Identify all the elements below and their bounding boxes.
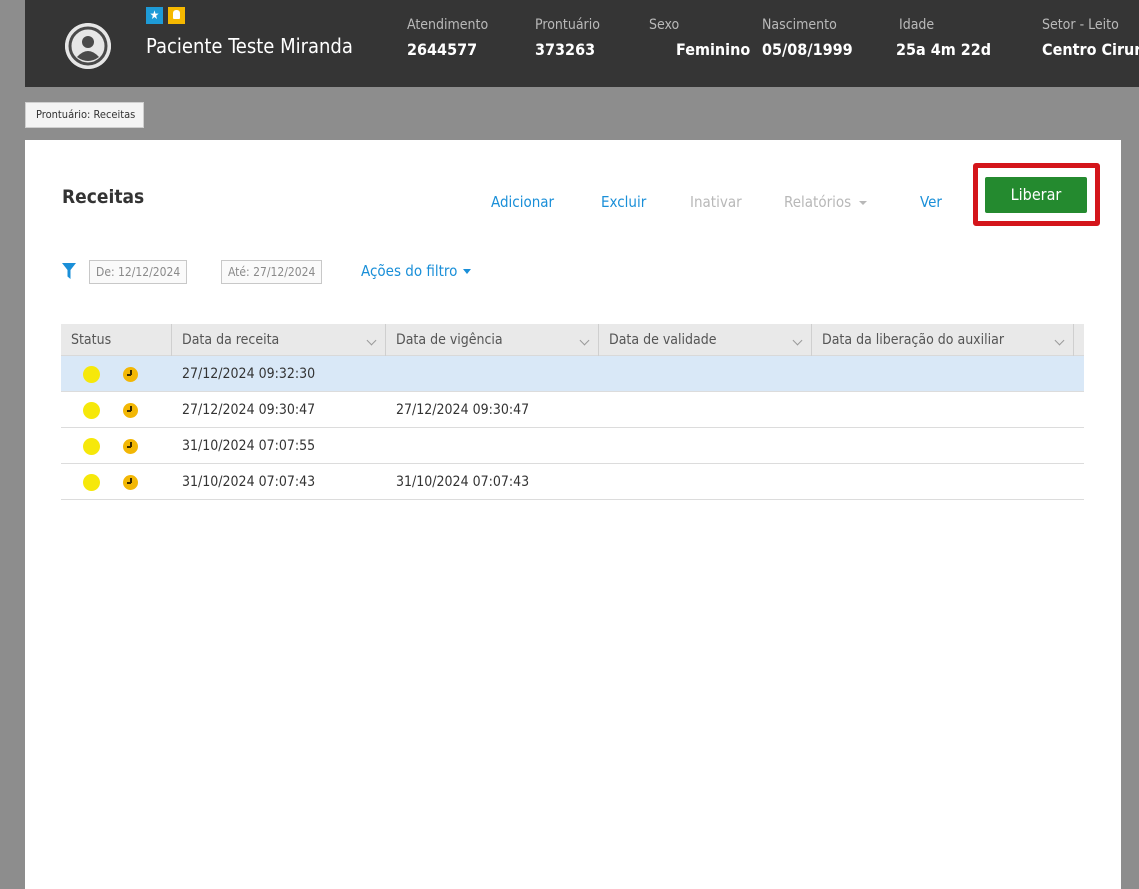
field-label: Prontuário — [535, 17, 600, 33]
field-label: Sexo — [649, 17, 680, 33]
cell-data-receita: 27/12/2024 09:32:30 — [182, 366, 316, 382]
cell-data-receita: 27/12/2024 09:30:47 — [182, 402, 316, 418]
cell-data-vigencia: 31/10/2024 07:07:43 — [396, 474, 530, 490]
field-value: 25a 4m 22d — [896, 40, 992, 59]
table-header: Status Data da receita Data de vigência … — [61, 324, 1084, 356]
clock-icon — [123, 403, 138, 418]
field-label: Atendimento — [407, 17, 489, 33]
breadcrumb[interactable]: Prontuário: Receitas — [25, 102, 145, 128]
column-label: Data da receita — [182, 332, 280, 348]
filter-actions-label: Ações do filtro — [361, 262, 458, 280]
main-panel: Receitas Adicionar Excluir Inativar Rela… — [25, 140, 1121, 889]
date-to-chip[interactable]: Até: 27/12/2024 — [221, 260, 323, 284]
status-dot-icon — [83, 474, 100, 491]
sort-chevron-icon[interactable] — [366, 335, 377, 346]
release-button[interactable]: Liberar — [985, 177, 1087, 213]
bell-icon[interactable] — [168, 7, 185, 24]
view-button[interactable]: Ver — [920, 193, 942, 211]
column-label: Data de validade — [609, 332, 717, 348]
cell-data-vigencia: 27/12/2024 09:30:47 — [396, 402, 530, 418]
chevron-down-icon — [463, 269, 472, 274]
field-sexo: Sexo Feminino — [649, 17, 750, 59]
field-value: Centro Cirurg — [1042, 40, 1139, 59]
page-title: Receitas — [62, 186, 145, 208]
reports-label: Relatórios — [784, 193, 852, 211]
date-from-chip[interactable]: De: 12/12/2024 — [89, 260, 188, 284]
user-avatar-icon[interactable] — [65, 23, 111, 69]
table-row[interactable]: 27/12/2024 09:32:30 — [61, 356, 1084, 392]
status-dot-icon — [83, 438, 100, 455]
patient-header: ★ Paciente Teste Miranda Atendimento 264… — [25, 0, 1139, 87]
sort-chevron-icon[interactable] — [579, 335, 590, 346]
field-label: Nascimento — [762, 17, 837, 33]
patient-name: Paciente Teste Miranda — [146, 34, 353, 58]
column-label: Data da liberação do auxiliar — [822, 332, 1005, 348]
field-label: Idade — [899, 17, 935, 33]
clock-icon — [123, 475, 138, 490]
prescriptions-table: Status Data da receita Data de vigência … — [61, 324, 1084, 500]
column-header-data-vigencia[interactable]: Data de vigência — [386, 324, 599, 356]
field-value: 05/08/1999 — [762, 40, 853, 59]
column-label: Data de vigência — [396, 332, 503, 348]
clock-icon — [123, 367, 138, 382]
field-nascimento: Nascimento 05/08/1999 — [762, 17, 853, 59]
field-setor-leito: Setor - Leito Centro Cirurg — [1042, 17, 1139, 59]
column-label: Status — [71, 332, 112, 348]
table-row[interactable]: 27/12/2024 09:30:47 27/12/2024 09:30:47 — [61, 392, 1084, 428]
chevron-down-icon — [859, 200, 868, 205]
clock-icon — [123, 439, 138, 454]
add-button[interactable]: Adicionar — [491, 193, 554, 211]
field-value: Feminino — [676, 40, 751, 59]
column-header-data-liberacao[interactable]: Data da liberação do auxiliar — [812, 324, 1074, 356]
field-value: 2644577 — [407, 40, 478, 59]
column-header-status[interactable]: Status — [61, 324, 172, 356]
column-header-data-validade[interactable]: Data de validade — [599, 324, 812, 356]
status-dot-icon — [83, 366, 100, 383]
column-header-data-receita[interactable]: Data da receita — [172, 324, 386, 356]
field-idade: Idade 25a 4m 22d — [896, 17, 991, 59]
field-prontuario: Prontuário 373263 — [535, 17, 600, 59]
star-icon[interactable]: ★ — [146, 7, 163, 24]
sort-chevron-icon[interactable] — [1054, 335, 1065, 346]
delete-button[interactable]: Excluir — [601, 193, 646, 211]
filter-actions-menu[interactable]: Ações do filtro — [361, 262, 472, 280]
field-value: 373263 — [535, 40, 596, 59]
field-atendimento: Atendimento 2644577 — [407, 17, 488, 59]
filter-icon[interactable] — [62, 263, 76, 279]
reports-menu[interactable]: Relatórios — [784, 193, 868, 211]
cell-data-receita: 31/10/2024 07:07:43 — [182, 474, 316, 490]
status-dot-icon — [83, 402, 100, 419]
inactivate-button[interactable]: Inativar — [690, 193, 742, 211]
sort-chevron-icon[interactable] — [792, 335, 803, 346]
cell-data-receita: 31/10/2024 07:07:55 — [182, 438, 316, 454]
field-label: Setor - Leito — [1042, 17, 1119, 33]
table-row[interactable]: 31/10/2024 07:07:55 — [61, 428, 1084, 464]
table-row[interactable]: 31/10/2024 07:07:43 31/10/2024 07:07:43 — [61, 464, 1084, 500]
